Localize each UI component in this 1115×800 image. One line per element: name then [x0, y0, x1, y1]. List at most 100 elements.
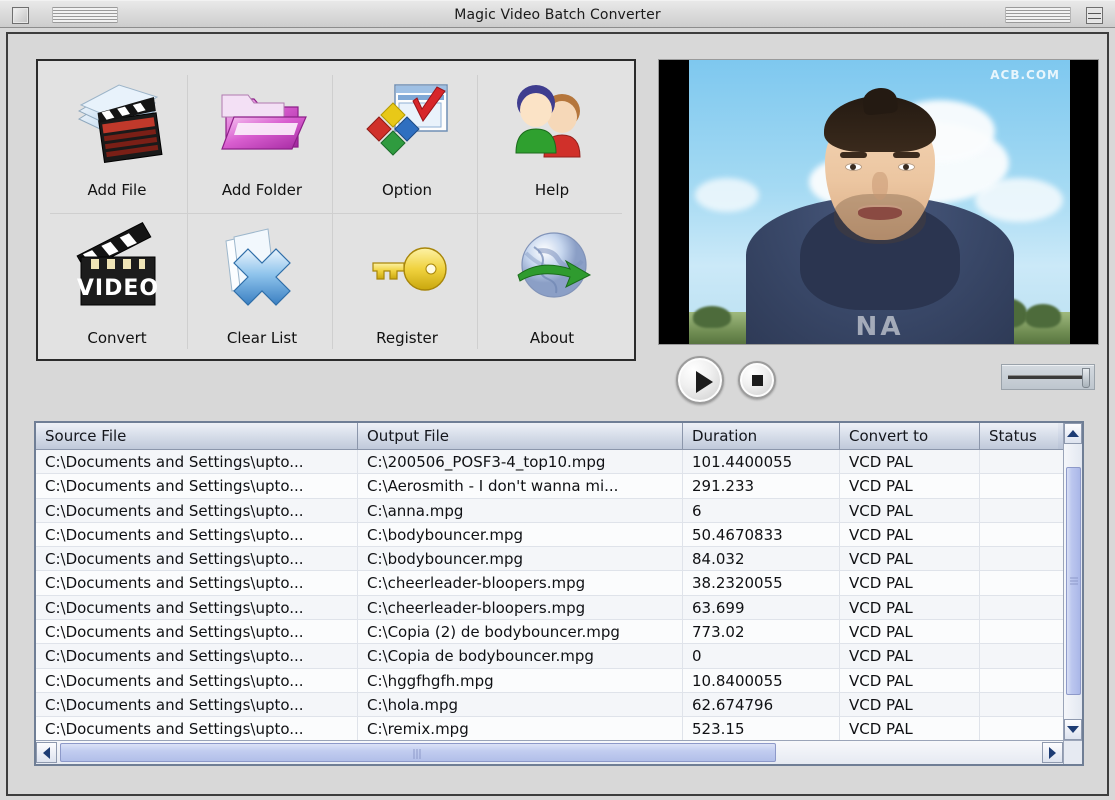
table-row[interactable]: C:\Documents and Settings\upto... C:\Copi… — [36, 620, 1063, 645]
cell-duration: 84.032 — [683, 547, 840, 572]
table-row[interactable]: C:\Documents and Settings\upto... C:\Aero… — [36, 474, 1063, 499]
add-file-button[interactable]: Add File — [47, 67, 187, 211]
stop-button[interactable] — [738, 361, 776, 399]
cell-duration: 38.2320055 — [683, 571, 840, 596]
add-folder-button[interactable]: Add Folder — [192, 67, 332, 211]
cell-status — [980, 669, 1058, 693]
shirt-text: NA — [855, 312, 904, 342]
cell-output-file: C:\200506_POSF3-4_top10.mpg — [358, 450, 683, 475]
horizontal-scroll-thumb[interactable] — [60, 743, 776, 762]
table-row[interactable]: C:\Documents and Settings\upto... C:\chee… — [36, 595, 1063, 621]
cell-duration: 62.674796 — [683, 692, 840, 718]
subject-hair-spike — [861, 86, 898, 116]
table-row[interactable]: C:\Documents and Settings\upto... C:\Copi… — [36, 644, 1063, 669]
table-row[interactable]: C:\Documents and Settings\upto... C:\2005… — [36, 450, 1063, 475]
cell-duration: 101.4400055 — [683, 450, 840, 475]
table-row[interactable]: C:\Documents and Settings\upto... C:\remi… — [36, 717, 1063, 740]
list-header: Source File Output File Duration Convert… — [36, 423, 1082, 450]
title-bar[interactable]: Magic Video Batch Converter — [0, 0, 1115, 28]
cloud — [695, 178, 759, 212]
cell-source-file: C:\Documents and Settings\upto... — [36, 717, 358, 740]
transport-controls — [658, 352, 1099, 408]
cell-output-file: C:\anna.mpg — [358, 498, 683, 523]
table-row[interactable]: C:\Documents and Settings\upto... C:\hola… — [36, 692, 1063, 718]
register-button[interactable]: Register — [337, 215, 477, 359]
column-header-status[interactable]: Status — [980, 423, 1058, 449]
cell-convert-to: VCD PAL — [840, 644, 980, 669]
tree — [693, 306, 731, 328]
toolbar-separator — [50, 213, 622, 214]
toolbar-separator — [477, 75, 478, 349]
cell-duration: 50.4670833 — [683, 522, 840, 548]
seek-slider[interactable] — [1001, 364, 1095, 390]
option-button[interactable]: Option — [337, 67, 477, 211]
vertical-scrollbar[interactable] — [1063, 423, 1082, 740]
cell-duration: 10.8400055 — [683, 668, 840, 693]
add-file-label: Add File — [87, 181, 147, 199]
cell-output-file: C:\remix.mpg — [358, 717, 683, 740]
cell-convert-to: VCD PAL — [840, 571, 980, 596]
cell-source-file: C:\Documents and Settings\upto... — [36, 498, 358, 523]
cell-convert-to: VCD PAL — [840, 498, 980, 523]
cell-source-file: C:\Documents and Settings\upto... — [36, 522, 358, 548]
table-row[interactable]: C:\Documents and Settings\upto... C:\hggf… — [36, 668, 1063, 693]
column-header-output-file[interactable]: Output File — [358, 423, 683, 449]
cell-output-file: C:\bodybouncer.mpg — [358, 522, 683, 548]
window-body: Add File Add Folder Option Help VIDEO Co… — [6, 32, 1109, 796]
column-header-source-file[interactable]: Source File — [36, 423, 358, 449]
cell-output-file: C:\Copia (2) de bodybouncer.mpg — [358, 620, 683, 645]
cell-convert-to: VCD PAL — [840, 717, 980, 740]
cell-source-file: C:\Documents and Settings\upto... — [36, 547, 358, 572]
file-list-panel[interactable]: Source File Output File Duration Convert… — [34, 421, 1084, 766]
scroll-thumb-grip — [413, 749, 423, 759]
column-header-convert-to[interactable]: Convert to — [840, 423, 980, 449]
vertical-scroll-thumb[interactable] — [1066, 467, 1081, 695]
cell-status — [980, 499, 1058, 523]
clear-list-label: Clear List — [226, 329, 298, 347]
cell-source-file: C:\Documents and Settings\upto... — [36, 571, 358, 596]
svg-text:VIDEO: VIDEO — [77, 276, 159, 301]
scroll-down-arrow[interactable] — [1064, 719, 1082, 740]
cell-status — [980, 547, 1058, 571]
cell-output-file: C:\Copia de bodybouncer.mpg — [358, 644, 683, 669]
play-button[interactable] — [676, 356, 724, 404]
column-header-duration[interactable]: Duration — [683, 423, 840, 449]
scrollbar-corner — [1063, 740, 1082, 764]
list-rows: C:\Documents and Settings\upto... C:\2005… — [36, 450, 1063, 740]
subject-eyebrow-left — [839, 152, 867, 158]
about-button[interactable]: About — [482, 215, 622, 359]
cell-source-file: C:\Documents and Settings\upto... — [36, 620, 358, 645]
table-row[interactable]: C:\Documents and Settings\upto... C:\anna… — [36, 498, 1063, 523]
cell-source-file: C:\Documents and Settings\upto... — [36, 595, 358, 621]
cell-convert-to: VCD PAL — [840, 620, 980, 645]
zoom-box-icon[interactable] — [1086, 7, 1103, 24]
application-window: Magic Video Batch Converter Add File Add… — [0, 0, 1115, 800]
table-row[interactable]: C:\Documents and Settings\upto... C:\body… — [36, 522, 1063, 548]
clear-list-button[interactable]: Clear List — [192, 215, 332, 359]
cell-convert-to: VCD PAL — [840, 474, 980, 499]
table-row[interactable]: C:\Documents and Settings\upto... C:\body… — [36, 547, 1063, 572]
seek-thumb[interactable] — [1082, 368, 1090, 388]
cell-status — [980, 450, 1058, 474]
window-title: Magic Video Batch Converter — [454, 7, 661, 23]
cell-source-file: C:\Documents and Settings\upto... — [36, 668, 358, 693]
video-preview-panel[interactable]: NA ACB.COM — [658, 59, 1099, 345]
help-label: Help — [534, 181, 570, 199]
scroll-up-arrow[interactable] — [1064, 423, 1082, 444]
subject-eyebrow-right — [892, 152, 920, 158]
cell-output-file: C:\cheerleader-bloopers.mpg — [358, 571, 683, 596]
scroll-right-arrow[interactable] — [1042, 742, 1063, 763]
help-button[interactable]: Help — [482, 67, 622, 211]
about-globe-icon — [504, 221, 600, 317]
horizontal-scrollbar[interactable] — [36, 740, 1063, 764]
cell-convert-to: VCD PAL — [840, 692, 980, 718]
add-folder-icon — [214, 73, 310, 169]
cloud — [975, 178, 1063, 222]
scroll-left-arrow[interactable] — [36, 742, 57, 763]
convert-button[interactable]: VIDEO Convert — [47, 215, 187, 359]
cell-status — [980, 717, 1058, 740]
cell-status — [980, 596, 1058, 620]
cell-status — [980, 523, 1058, 547]
cell-duration: 63.699 — [683, 595, 840, 621]
table-row[interactable]: C:\Documents and Settings\upto... C:\chee… — [36, 571, 1063, 596]
